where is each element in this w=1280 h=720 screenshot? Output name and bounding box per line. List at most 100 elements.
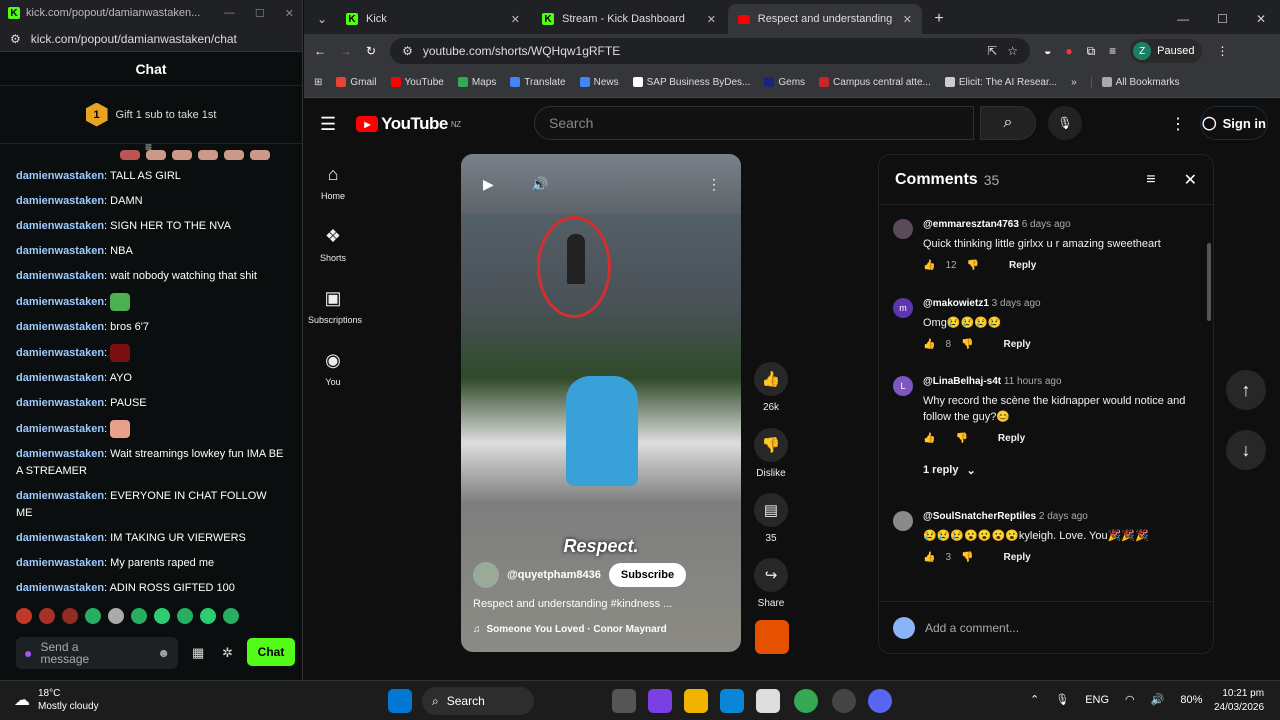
chat-username[interactable]: damienwastaken [16, 582, 104, 594]
like-icon[interactable]: 👍 [923, 433, 935, 444]
new-tab-icon[interactable]: + [924, 4, 954, 34]
bookmark-star-icon[interactable]: ☆ [1007, 44, 1018, 58]
close-comments-icon[interactable]: ✕ [1184, 170, 1197, 190]
file-explorer-icon[interactable] [684, 689, 708, 713]
commenter-name[interactable]: @makowietz1 [923, 298, 989, 309]
like-icon[interactable]: 👍 [923, 339, 935, 350]
maximize-icon[interactable]: ☐ [1217, 12, 1228, 26]
apps-icon[interactable]: ⊞ [314, 77, 322, 88]
install-icon[interactable]: ⇱ [987, 44, 997, 58]
profile-button[interactable]: Z Paused [1130, 39, 1203, 63]
app-icon[interactable] [832, 689, 856, 713]
mic-icon[interactable]: ● [24, 646, 32, 660]
add-comment-input[interactable]: Add a comment... [925, 621, 1019, 635]
chat-username[interactable]: damienwastaken [16, 170, 104, 182]
like-icon[interactable]: 👍 [923, 260, 935, 271]
forward-icon[interactable]: → [340, 44, 352, 58]
hamburger-menu-icon[interactable]: ☰ [320, 114, 336, 135]
maximize-icon[interactable]: ☐ [255, 7, 265, 20]
bookmark-maps[interactable]: Maps [457, 77, 496, 88]
music-row[interactable]: ♫ Someone You Loved · Conor Maynard [473, 624, 667, 635]
menu-icon[interactable]: ⋮ [1216, 44, 1228, 58]
commenter-avatar[interactable] [893, 219, 913, 239]
volume-icon[interactable]: 🔊 [531, 176, 548, 193]
address-field[interactable]: ⚙ youtube.com/shorts/WQHqw1gRFTE ⇱ ☆ [390, 38, 1031, 64]
minimize-icon[interactable]: — [224, 7, 235, 20]
rail-subscriptions[interactable]: ▣ Subscriptions [308, 288, 362, 325]
reply-button[interactable]: Reply [1003, 552, 1030, 563]
short-video-player[interactable]: ▶ 🔊 ⋮ Respect. @quyetpham8436 Subscribe … [461, 154, 741, 652]
rail-home[interactable]: ⌂ Home [308, 164, 358, 201]
play-icon[interactable]: ▶ [483, 176, 494, 193]
chat-username[interactable]: damienwastaken [16, 557, 104, 569]
dislike-icon[interactable]: 👎 [961, 339, 973, 350]
media-icon[interactable]: ≡ [1109, 44, 1116, 58]
bookmark-gems[interactable]: Gems [764, 77, 805, 88]
bookmark-sap[interactable]: SAP Business ByDes... [632, 77, 750, 88]
share-button[interactable]: ↪ Share [754, 558, 788, 609]
settings-menu-icon[interactable]: ⋮ [1170, 114, 1186, 134]
clock[interactable]: 10:21 pm 24/03/2026 [1214, 687, 1264, 715]
kick-url-bar[interactable]: ⚙ kick.com/popout/damianwastaken/chat [0, 26, 302, 52]
tab-search-icon[interactable]: ⌄ [310, 4, 334, 34]
sound-thumbnail[interactable] [755, 620, 789, 654]
chat-username[interactable]: damienwastaken [16, 270, 104, 282]
extension-red-icon[interactable]: ● [1065, 44, 1072, 58]
edge-icon[interactable] [720, 689, 744, 713]
volume-icon[interactable]: 🔊 [1151, 693, 1165, 706]
next-short-button[interactable]: ↓ [1226, 430, 1266, 470]
bookmark-gmail[interactable]: Gmail [336, 77, 377, 88]
all-bookmarks[interactable]: All Bookmarks [1090, 77, 1180, 88]
dislike-button[interactable]: 👎 Dislike [754, 428, 788, 479]
settings-icon[interactable]: ✲ [222, 645, 233, 661]
site-settings-icon[interactable]: ⚙ [10, 32, 21, 46]
discord-icon[interactable] [868, 689, 892, 713]
search-input[interactable]: Search [534, 106, 974, 140]
tab-kick[interactable]: K Kick ✕ [336, 4, 530, 34]
taskbar-search[interactable]: ⌕ Search [422, 687, 534, 715]
channel-name[interactable]: @quyetpham8436 [507, 569, 601, 581]
more-bookmarks-icon[interactable]: » [1071, 77, 1077, 88]
sort-icon[interactable]: ≡ [1146, 171, 1155, 189]
emote-icon[interactable] [85, 608, 101, 624]
close-tab-icon[interactable]: ✕ [903, 13, 912, 26]
tab-kick-dashboard[interactable]: K Stream - Kick Dashboard ✕ [532, 4, 726, 34]
weather-widget[interactable]: ☁ 18°C Mostly cloudy [14, 687, 99, 713]
close-tab-icon[interactable]: ✕ [511, 13, 520, 26]
bookmark-campus[interactable]: Campus central atte... [819, 77, 931, 88]
language-indicator[interactable]: ENG [1085, 694, 1109, 706]
show-replies-button[interactable]: 1 reply ⌄ [923, 464, 1193, 477]
chat-username[interactable]: damienwastaken [16, 321, 104, 333]
dislike-icon[interactable]: 👎 [955, 433, 967, 444]
voice-search-button[interactable]: 🎙 [1048, 106, 1082, 140]
dislike-icon[interactable]: 👎 [961, 552, 973, 563]
bookmark-elicit[interactable]: Elicit: The AI Resear... [944, 77, 1057, 88]
tab-youtube[interactable]: Respect and understanding #ki ✕ [728, 4, 922, 34]
video-title[interactable]: Respect and understanding #kindness ... [473, 598, 672, 610]
close-icon[interactable]: ✕ [285, 7, 294, 20]
reply-button[interactable]: Reply [998, 433, 1025, 444]
bookmark-youtube[interactable]: YouTube [390, 77, 444, 88]
chat-username[interactable]: damienwastaken [16, 347, 104, 359]
chat-username[interactable]: damienwastaken [16, 532, 104, 544]
youtube-logo[interactable]: ▶ YouTube NZ [356, 114, 461, 134]
emote-icon[interactable] [154, 608, 170, 624]
emoji-icon[interactable]: ☻ [157, 647, 170, 659]
chat-username[interactable]: damienwastaken [16, 397, 104, 409]
chat-username[interactable]: damienwastaken [16, 372, 104, 384]
chat-username[interactable]: damienwastaken [16, 296, 104, 308]
chat-username[interactable]: damienwastaken [16, 195, 104, 207]
dislike-icon[interactable]: 👎 [967, 260, 979, 271]
commenter-name[interactable]: @LinaBelhaj-s4t [923, 376, 1001, 387]
back-icon[interactable]: ← [314, 44, 326, 58]
minimize-icon[interactable]: — [1177, 12, 1189, 26]
close-tab-icon[interactable]: ✕ [707, 13, 716, 26]
wifi-icon[interactable]: ◠ [1125, 693, 1135, 706]
store-icon[interactable] [756, 689, 780, 713]
chat-message-input[interactable]: ● Send a message ☻ [16, 637, 178, 669]
commenter-avatar[interactable]: L [893, 376, 913, 396]
bookmark-translate[interactable]: Translate [510, 77, 566, 88]
chat-username[interactable]: damienwastaken [16, 490, 104, 502]
mic-icon[interactable]: 🎙 [1055, 693, 1069, 706]
reply-button[interactable]: Reply [1003, 339, 1030, 350]
